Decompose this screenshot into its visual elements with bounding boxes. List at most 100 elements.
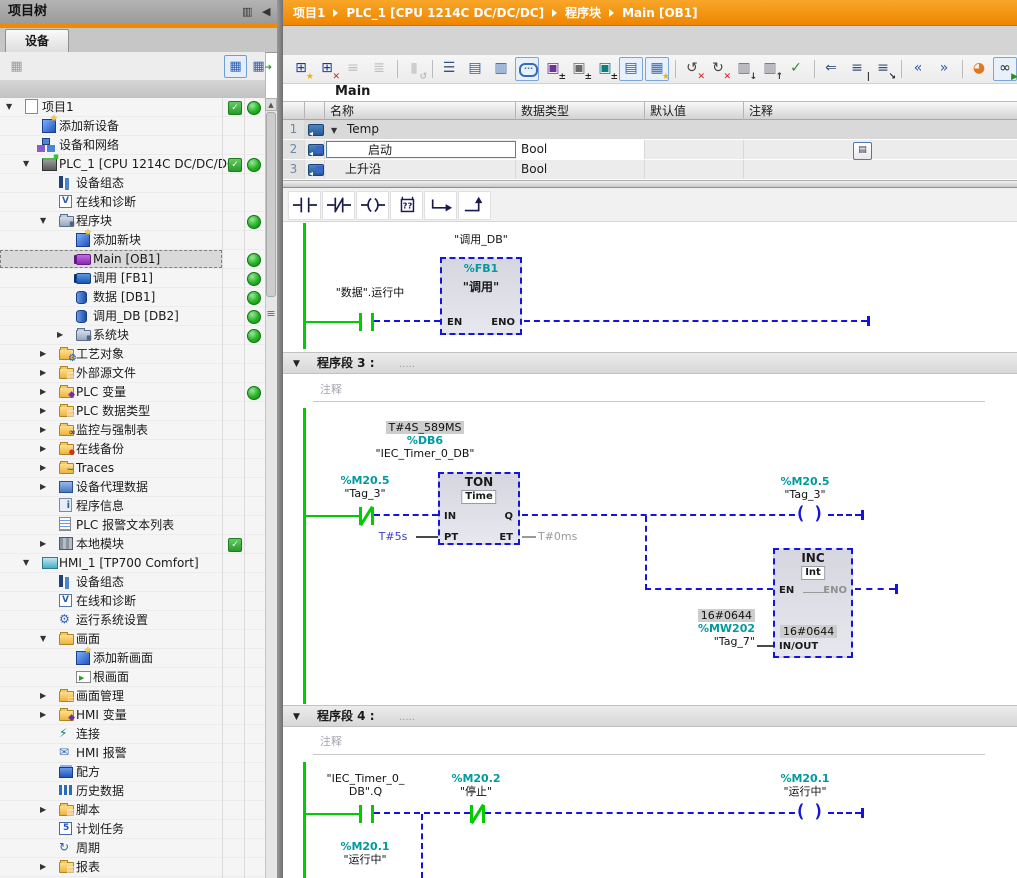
network-4-comment[interactable]: 注释 bbox=[320, 733, 342, 749]
inc-datatype[interactable]: Int bbox=[801, 566, 825, 580]
expander-closed-icon[interactable]: ▶ bbox=[40, 383, 46, 401]
tree-item-设备组态[interactable]: 设备组态 bbox=[0, 174, 265, 193]
goto-previous-jump-button[interactable]: « bbox=[906, 57, 930, 81]
contact-icon[interactable] bbox=[371, 805, 374, 823]
tree-item-Traces[interactable]: ▶Traces bbox=[0, 459, 265, 478]
goto-previous-error-button[interactable]: ⇐ bbox=[819, 57, 843, 81]
col-datatype[interactable]: 数据类型 bbox=[516, 102, 645, 120]
tree-item-配方[interactable]: 配方 bbox=[0, 763, 265, 782]
favorite-contact-closed-button[interactable] bbox=[322, 191, 355, 220]
tree-item-项目1[interactable]: ▼项目1✓ bbox=[0, 98, 265, 117]
contact-icon[interactable] bbox=[371, 313, 374, 331]
tree-item-程序块[interactable]: ▼程序块 bbox=[0, 212, 265, 231]
ton-timer-block[interactable]: TON Time IN Q PT ET bbox=[438, 472, 520, 545]
pin-eno[interactable]: ENO bbox=[491, 317, 515, 329]
pin-en[interactable]: EN bbox=[779, 585, 794, 597]
tree-scroll-up-icon[interactable]: ▲ bbox=[265, 98, 277, 111]
tree-item-添加新块[interactable]: 添加新块 bbox=[0, 231, 265, 250]
tree-item-报表[interactable]: ▶报表 bbox=[0, 858, 265, 877]
breadcrumb-blocks[interactable]: 程序块 bbox=[565, 6, 601, 20]
favorite-empty-box-button[interactable]: ?? bbox=[390, 191, 423, 220]
tree-item-运行系统设置[interactable]: ⚙运行系统设置 bbox=[0, 611, 265, 630]
load-snapshot-button[interactable]: ▥↓ bbox=[732, 57, 756, 81]
network-3-comment[interactable]: 注释 bbox=[320, 381, 342, 397]
goto-next-jump-button[interactable]: » bbox=[932, 57, 956, 81]
inc-block[interactable]: INC Int EN ENO 16#0644 IN/OUT bbox=[773, 548, 853, 658]
pin-eno[interactable]: ENO bbox=[823, 585, 847, 597]
comment-cell[interactable] bbox=[744, 140, 1017, 159]
tree-item-本地模块[interactable]: ▶本地模块✓ bbox=[0, 535, 265, 554]
tree-item-PLC-变量[interactable]: ▶PLC 变量 bbox=[0, 383, 265, 402]
collapse-panel-icon[interactable]: ◀ bbox=[262, 0, 270, 24]
tree-item-计划任务[interactable]: 计划任务 bbox=[0, 820, 265, 839]
tree-item-数据-DB1-[interactable]: 数据 [DB1] bbox=[0, 288, 265, 307]
breadcrumb-main[interactable]: Main [OB1] bbox=[622, 6, 698, 20]
insert-network-button[interactable]: ⊞★ bbox=[289, 57, 313, 81]
tree-item-添加新设备[interactable]: 添加新设备 bbox=[0, 117, 265, 136]
ton-datatype[interactable]: Time bbox=[461, 490, 496, 504]
coil-icon[interactable]: () bbox=[788, 506, 828, 528]
expander-closed-icon[interactable]: ▶ bbox=[40, 402, 46, 420]
insert-block-call-button[interactable]: ▣± bbox=[541, 57, 565, 81]
tree-item-设备和网络[interactable]: 设备和网络 bbox=[0, 136, 265, 155]
default-cell[interactable] bbox=[645, 160, 744, 179]
favorite-open-branch-button[interactable] bbox=[424, 191, 457, 220]
type-cell[interactable]: Bool bbox=[516, 160, 645, 179]
contact-icon[interactable] bbox=[359, 805, 362, 823]
fb-call-block[interactable]: %FB1 "调用" EN ENO bbox=[440, 257, 522, 335]
tree-item-画面管理[interactable]: ▶画面管理 bbox=[0, 687, 265, 706]
favorites-toggle-button[interactable]: ▦★ bbox=[645, 57, 669, 81]
fb-instance-db-label[interactable]: "调用_DB" bbox=[423, 233, 539, 246]
default-cell[interactable] bbox=[645, 120, 744, 139]
pt-constant[interactable]: T#5s bbox=[373, 530, 413, 543]
timer-db-labels[interactable]: T#4S_589MS %DB6 "IEC_Timer_0_DB" bbox=[369, 421, 481, 460]
expander-open-icon[interactable]: ▼ bbox=[23, 155, 29, 173]
tree-item-根画面[interactable]: 根画面 bbox=[0, 668, 265, 687]
pin-q[interactable]: Q bbox=[504, 511, 513, 523]
expander-open-icon[interactable]: ▼ bbox=[40, 212, 46, 230]
coil-operand-label[interactable]: %M20.1 "运行中" bbox=[765, 772, 845, 798]
table-row[interactable]: 2 启动 Bool ▤ bbox=[283, 140, 1017, 160]
contact-icon[interactable] bbox=[359, 313, 362, 331]
tree-item-周期[interactable]: ↻周期 bbox=[0, 839, 265, 858]
pin-inout[interactable]: IN/OUT bbox=[779, 641, 818, 653]
pin-en[interactable]: EN bbox=[447, 317, 462, 329]
tree-item-历史数据[interactable]: 历史数据 bbox=[0, 782, 265, 801]
coil-icon[interactable]: () bbox=[788, 804, 828, 826]
tree-item-外部源文件[interactable]: ▶外部源文件 bbox=[0, 364, 265, 383]
network-collapse-icon[interactable]: ▼ bbox=[293, 355, 300, 373]
tree-item-设备代理数据[interactable]: ▶设备代理数据 bbox=[0, 478, 265, 497]
tree-item-PLC_1-CPU-1214C-DC-DC-DC-[interactable]: ▼PLC_1 [CPU 1214C DC/DC/DC]✓ bbox=[0, 155, 265, 174]
breadcrumb-plc[interactable]: PLC_1 [CPU 1214C DC/DC/DC] bbox=[346, 6, 544, 20]
contact-operand-label[interactable]: "数据".运行中 bbox=[305, 286, 435, 299]
tree-item-HMI-变量[interactable]: ▶HMI 变量 bbox=[0, 706, 265, 725]
name-cell[interactable]: 启动 bbox=[325, 140, 516, 159]
contact-operand-label[interactable]: %M20.5 "Tag_3" bbox=[325, 474, 405, 500]
tree-item-添加新画面[interactable]: 添加新画面 bbox=[0, 649, 265, 668]
table-row[interactable]: 3 上升沿 Bool bbox=[283, 160, 1017, 180]
expander-closed-icon[interactable]: ▶ bbox=[40, 687, 46, 705]
tree-scrollbar-thumb[interactable] bbox=[266, 112, 276, 297]
discard-all-changes-button[interactable]: ↻✕ bbox=[706, 57, 730, 81]
expander-closed-icon[interactable]: ▶ bbox=[40, 706, 46, 724]
comment-cell[interactable] bbox=[744, 120, 1017, 139]
table-row[interactable]: 1 ▼ Temp bbox=[283, 120, 1017, 140]
tree-item-工艺对象[interactable]: ▶工艺对象 bbox=[0, 345, 265, 364]
tree-item-Main-OB1-[interactable]: Main [OB1] bbox=[0, 250, 265, 269]
name-cell[interactable]: ▼ Temp bbox=[325, 120, 516, 139]
tree-item-画面[interactable]: ▼画面 bbox=[0, 630, 265, 649]
network-comments-toggle-button[interactable]: ··· bbox=[515, 57, 539, 81]
network-collapse-icon[interactable]: ▼ bbox=[293, 708, 300, 726]
expander-closed-icon[interactable]: ▶ bbox=[40, 535, 46, 553]
tree-item-在线和诊断[interactable]: 在线和诊断 bbox=[0, 592, 265, 611]
tree-item-HMI-报警[interactable]: ✉HMI 报警 bbox=[0, 744, 265, 763]
default-cell[interactable] bbox=[645, 140, 744, 159]
col-default[interactable]: 默认值 bbox=[645, 102, 744, 120]
tree-item-PLC-报警文本列表[interactable]: PLC 报警文本列表 bbox=[0, 516, 265, 535]
save-snapshot-button[interactable]: ▥↑ bbox=[758, 57, 782, 81]
expander-closed-icon[interactable]: ▶ bbox=[40, 440, 46, 458]
expander-closed-icon[interactable]: ▶ bbox=[40, 478, 46, 496]
tree-item-调用_DB-DB2-[interactable]: 调用_DB [DB2] bbox=[0, 307, 265, 326]
tree-item-PLC-数据类型[interactable]: ▶PLC 数据类型 bbox=[0, 402, 265, 421]
favorite-contact-open-button[interactable] bbox=[288, 191, 321, 220]
